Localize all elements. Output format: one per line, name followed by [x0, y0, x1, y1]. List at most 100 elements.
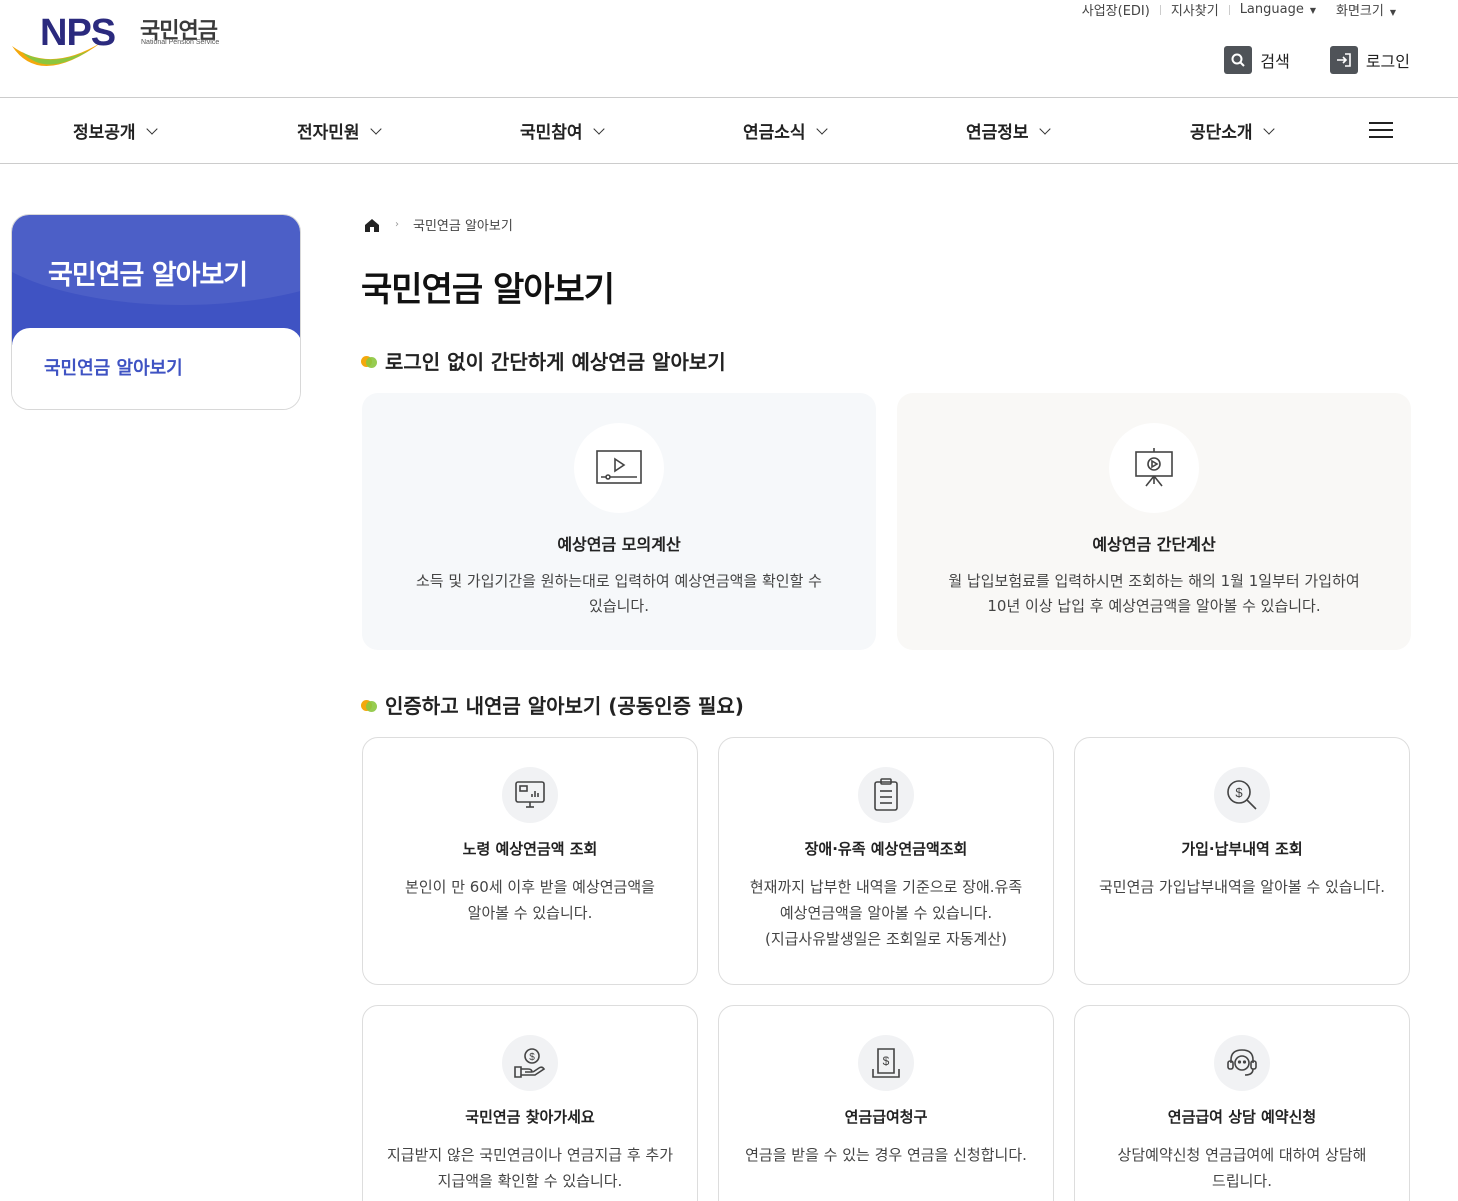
- header-buttons: 검색 로그인: [1224, 46, 1410, 74]
- page-title: 국민연금 알아보기: [361, 270, 615, 310]
- card-title: 연금급여 상담 예약신청: [1167, 1108, 1317, 1126]
- card-desc-line: (지급사유발생일은 조회일로 자동계산): [764, 930, 1008, 948]
- nav-label: 국민참여: [520, 123, 583, 143]
- section-title: 로그인 없이 간단하게 예상연금 알아보기: [361, 346, 726, 375]
- section-title: 인증하고 내연금 알아보기 (공동인증 필요): [361, 690, 744, 719]
- unclaimed-pension-card[interactable]: $ 국민연금 찾아가세요 지급받지 않은 국민연금이나 연금지급 후 추가지급액…: [362, 1005, 698, 1201]
- login-icon: [1329, 46, 1358, 74]
- breadcrumb-separator-icon: ›: [395, 219, 399, 230]
- section-title-text: 로그인 없이 간단하게 예상연금 알아보기: [385, 350, 726, 374]
- card-desc-line: 현재까지 납부한 내역을 기준으로 장애.유족: [749, 878, 1023, 896]
- home-icon[interactable]: [363, 217, 381, 233]
- chevron-down-icon: [592, 122, 605, 135]
- card-title: 예상연금 간단계산: [1092, 535, 1216, 554]
- nav-label: 공단소개: [1190, 123, 1253, 143]
- sidebar-menu: 국민연금 알아보기: [12, 328, 300, 409]
- consultation-reservation-card[interactable]: 연금급여 상담 예약신청 상담예약신청 연금급여에 대하여 상담해드립니다.: [1074, 1005, 1410, 1201]
- nav-about[interactable]: 공단소개: [1190, 118, 1275, 143]
- section-title-text: 인증하고 내연금 알아보기 (공동인증 필요): [385, 694, 744, 718]
- breadcrumb-current: 국민연금 알아보기: [413, 219, 513, 234]
- card-description: 현재까지 납부한 내역을 기준으로 장애.유족예상연금액을 알아볼 수 있습니다…: [733, 874, 1039, 952]
- breadcrumb: › 국민연금 알아보기: [363, 215, 513, 234]
- sidebar-item-pension-overview[interactable]: 국민연금 알아보기: [44, 354, 183, 380]
- branch-finder-link[interactable]: 지사찾기: [1161, 0, 1229, 19]
- svg-text:$: $: [1235, 785, 1243, 800]
- document-dollar-icon: $: [858, 1035, 914, 1091]
- card-description: 연금을 받을 수 있는 경우 연금을 신청합니다.: [733, 1142, 1039, 1168]
- chevron-down-icon: [815, 122, 828, 135]
- search-icon: [1224, 46, 1253, 74]
- font-size-label: 화면크기: [1336, 4, 1384, 19]
- card-description: 월 납입보험료를 입력하시면 조회하는 해의 1월 1일부터 가입하여 10년 이…: [927, 569, 1381, 619]
- chevron-down-icon: [145, 122, 158, 135]
- card-desc-line: 지급받지 않은 국민연금이나 연금지급 후 추가: [386, 1146, 674, 1164]
- card-desc-line: 소득 및 가입기간을 원하는대로 입력하여 예상연금액을 확인할 수: [416, 572, 822, 590]
- nav-pension-info[interactable]: 연금정보: [966, 118, 1051, 143]
- card-description: 지급받지 않은 국민연금이나 연금지급 후 추가지급액을 확인할 수 있습니다.: [377, 1142, 683, 1194]
- search-button[interactable]: 검색: [1224, 46, 1290, 74]
- card-desc-line: 예상연금액을 알아볼 수 있습니다.: [779, 904, 993, 922]
- pension-claim-card[interactable]: $ 연금급여청구 연금을 받을 수 있는 경우 연금을 신청합니다.: [718, 1005, 1054, 1201]
- bullet-dot-icon: [361, 354, 377, 368]
- nps-logo[interactable]: NPS 국민연금 National Pension Service: [10, 8, 240, 78]
- sidebar: 국민연금 알아보기 국민연금 알아보기: [11, 214, 301, 410]
- contribution-history-card[interactable]: $ 가입·납부내역 조회 국민연금 가입납부내역을 알아볼 수 있습니다.: [1074, 737, 1410, 985]
- card-description: 국민연금 가입납부내역을 알아볼 수 있습니다.: [1089, 874, 1395, 900]
- card-desc-line: 알아볼 수 있습니다.: [467, 904, 593, 922]
- card-desc-line: 드립니다.: [1212, 1172, 1272, 1190]
- simple-pension-card[interactable]: 예상연금 간단계산 월 납입보험료를 입력하시면 조회하는 해의 1월 1일부터…: [897, 393, 1411, 650]
- card-description: 상담예약신청 연금급여에 대하여 상담해드립니다.: [1089, 1142, 1395, 1194]
- login-label: 로그인: [1365, 52, 1410, 71]
- hamburger-menu-icon[interactable]: [1369, 122, 1393, 140]
- nav-info-disclosure[interactable]: 정보공개: [73, 118, 158, 143]
- card-desc-line: 월 납입보험료를 입력하시면 조회하는 해의 1월 1일부터 가입하여: [948, 572, 1360, 590]
- disability-survivor-pension-card[interactable]: 장애·유족 예상연금액조회 현재까지 납부한 내역을 기준으로 장애.유족예상연…: [718, 737, 1054, 985]
- logo-text: NPS: [40, 12, 116, 54]
- font-size-dropdown[interactable]: 화면크기 ▼: [1326, 0, 1406, 19]
- chevron-down-icon: [1262, 122, 1275, 135]
- presentation-board-icon: [1109, 423, 1199, 513]
- chevron-down-icon: [369, 122, 382, 135]
- card-description: 본인이 만 60세 이후 받을 예상연금액을알아볼 수 있습니다.: [377, 874, 683, 926]
- utility-menu: 사업장(EDI) 지사찾기 Language ▼ 화면크기 ▼: [1072, 0, 1406, 19]
- card-desc-line: 국민연금 가입납부내역을 알아볼 수 있습니다.: [1098, 878, 1386, 896]
- card-title: 노령 예상연금액 조회: [462, 840, 598, 858]
- bullet-dot-icon: [361, 698, 377, 712]
- card-description: 소득 및 가입기간을 원하는대로 입력하여 예상연금액을 확인할 수있습니다.: [392, 569, 846, 619]
- nav-e-civil[interactable]: 전자민원: [297, 118, 382, 143]
- dollar-magnifier-icon: $: [1214, 767, 1270, 823]
- clipboard-icon: [858, 767, 914, 823]
- headset-icon: [1214, 1035, 1270, 1091]
- chevron-down-icon: [1038, 122, 1051, 135]
- nav-label: 연금소식: [743, 123, 806, 143]
- card-title: 국민연금 찾아가세요: [465, 1108, 595, 1126]
- card-title: 장애·유족 예상연금액조회: [804, 840, 968, 858]
- card-desc-line: 본인이 만 60세 이후 받을 예상연금액을: [405, 878, 655, 896]
- video-player-icon: [574, 423, 664, 513]
- sidebar-header: 국민연금 알아보기: [12, 215, 300, 345]
- edi-link[interactable]: 사업장(EDI): [1072, 0, 1160, 19]
- nav-label: 연금정보: [966, 123, 1029, 143]
- card-desc-line: 상담예약신청 연금급여에 대하여 상담해: [1117, 1146, 1367, 1164]
- svg-text:$: $: [883, 1054, 890, 1068]
- card-desc-line: 있습니다.: [589, 597, 649, 615]
- language-label: Language: [1239, 2, 1304, 17]
- login-button[interactable]: 로그인: [1329, 46, 1410, 74]
- simulated-pension-card[interactable]: 예상연금 모의계산 소득 및 가입기간을 원하는대로 입력하여 예상연금액을 확…: [362, 393, 876, 650]
- language-dropdown[interactable]: Language ▼: [1230, 2, 1326, 17]
- sidebar-title: 국민연금 알아보기: [48, 260, 248, 291]
- card-title: 예상연금 모의계산: [557, 535, 681, 554]
- card-desc-line: 지급액을 확인할 수 있습니다.: [437, 1172, 623, 1190]
- main-nav: 정보공개 전자민원 국민참여 연금소식 연금정보 공단소개: [0, 97, 1458, 164]
- nav-label: 전자민원: [297, 123, 360, 143]
- svg-text:$: $: [529, 1052, 535, 1063]
- card-desc-line: 연금을 받을 수 있는 경우 연금을 신청합니다.: [745, 1146, 1027, 1164]
- monitor-chart-icon: [502, 767, 558, 823]
- header: NPS 국민연금 National Pension Service 사업장(ED…: [0, 0, 1458, 97]
- logo-english: National Pension Service: [141, 39, 220, 46]
- old-age-pension-card[interactable]: 노령 예상연금액 조회 본인이 만 60세 이후 받을 예상연금액을알아볼 수 …: [362, 737, 698, 985]
- nav-pension-news[interactable]: 연금소식: [743, 118, 828, 143]
- card-desc-line: 10년 이상 납입 후 예상연금액을 알아볼 수 있습니다.: [987, 597, 1321, 615]
- nav-participation[interactable]: 국민참여: [520, 118, 605, 143]
- search-label: 검색: [1260, 52, 1290, 71]
